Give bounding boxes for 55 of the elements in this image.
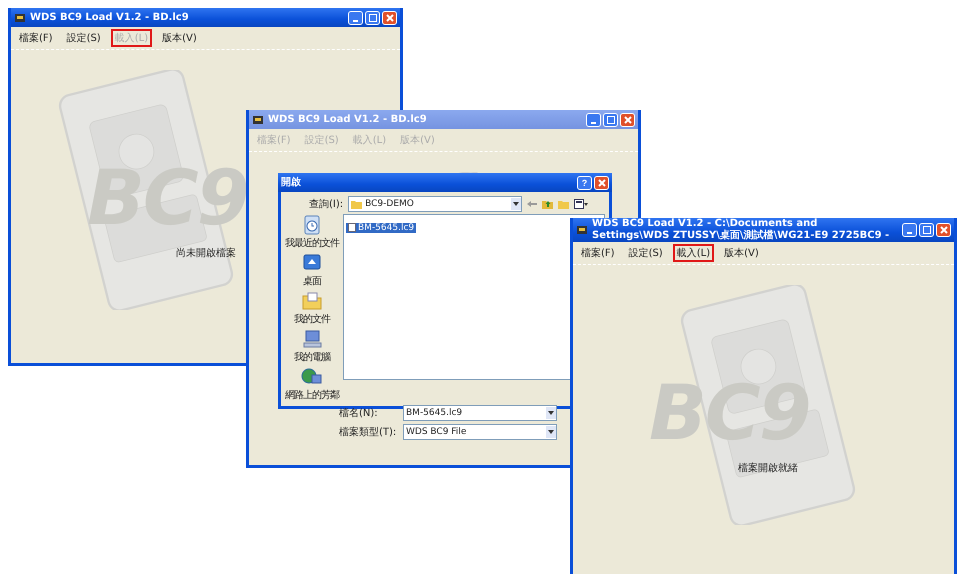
- app-icon: [14, 12, 26, 24]
- status-text: 檔案開啟就緒: [738, 462, 798, 475]
- minimize-button[interactable]: [348, 10, 363, 24]
- computer-icon: [301, 328, 323, 350]
- minimize-icon: [591, 122, 596, 124]
- help-button[interactable]: ?: [577, 176, 592, 190]
- look-in-dropdown[interactable]: BC9-DEMO: [348, 196, 522, 212]
- close-icon: [624, 116, 632, 124]
- places-item[interactable]: 桌面: [285, 252, 339, 288]
- close-button[interactable]: [620, 112, 635, 126]
- up-folder-icon[interactable]: [542, 199, 554, 209]
- menu-item[interactable]: 設定(S): [62, 29, 105, 47]
- folder-icon: [351, 200, 362, 208]
- window-title: WDS BC9 Load V1.2 - BD.lc9: [30, 12, 190, 24]
- minimize-icon: [353, 20, 358, 22]
- status-text: 尚未開啟檔案: [176, 246, 236, 260]
- file-type-label: 檔案類型(T):: [339, 426, 398, 439]
- close-button[interactable]: [936, 223, 951, 237]
- maximize-icon: [368, 14, 376, 22]
- file-type-dropdown[interactable]: WDS BC9 File: [403, 424, 557, 440]
- maximize-icon: [606, 116, 614, 124]
- file-item[interactable]: BM-5645.lc9: [346, 222, 416, 232]
- close-button[interactable]: [382, 10, 397, 24]
- file-icon: [348, 223, 356, 232]
- close-button[interactable]: [594, 176, 609, 190]
- close-icon: [940, 226, 948, 234]
- close-icon: [598, 178, 606, 186]
- window-title: WDS BC9 Load V1.2 - BD.lc9: [268, 114, 428, 126]
- app-icon: [576, 224, 588, 236]
- places-item[interactable]: 我的電腦: [285, 328, 339, 364]
- maximize-button[interactable]: [365, 10, 380, 24]
- maximize-button[interactable]: [919, 223, 934, 237]
- window-title: WDS BC9 Load V1.2 - C:\Documents and Settings\WDS ZTUSSY\桌面\測試檔\WG21-E9 2725BC9 -: [592, 218, 890, 242]
- close-icon: [386, 14, 394, 22]
- minimize-icon: [907, 232, 912, 234]
- menu-item[interactable]: 載入(L): [672, 244, 714, 262]
- minimize-button[interactable]: [586, 112, 601, 126]
- menu-item[interactable]: 設定(S): [624, 244, 667, 262]
- file-name-label: 檔名(N):: [339, 406, 379, 420]
- view-menu-icon[interactable]: [574, 199, 588, 209]
- places-item[interactable]: 我最近的文件: [285, 214, 339, 250]
- folder-icon: [301, 290, 323, 312]
- maximize-button[interactable]: [603, 112, 618, 126]
- places-item[interactable]: 我的文件: [285, 290, 339, 326]
- menu-item[interactable]: 檔案(F): [15, 29, 57, 47]
- app-icon: [252, 114, 264, 126]
- maximize-icon: [922, 226, 930, 234]
- places-item[interactable]: 網路上的芳鄰: [285, 366, 339, 402]
- file-name-field[interactable]: BM-5645.lc9: [403, 405, 557, 421]
- minimize-button[interactable]: [902, 223, 917, 237]
- menu-item[interactable]: 檔案(F): [577, 244, 619, 262]
- menu-item[interactable]: 版本(V): [158, 29, 201, 47]
- look-in-label: 查詢(I):: [309, 198, 344, 211]
- dialog-title: 開啟: [281, 176, 302, 188]
- menu-item[interactable]: 版本(V): [720, 244, 763, 262]
